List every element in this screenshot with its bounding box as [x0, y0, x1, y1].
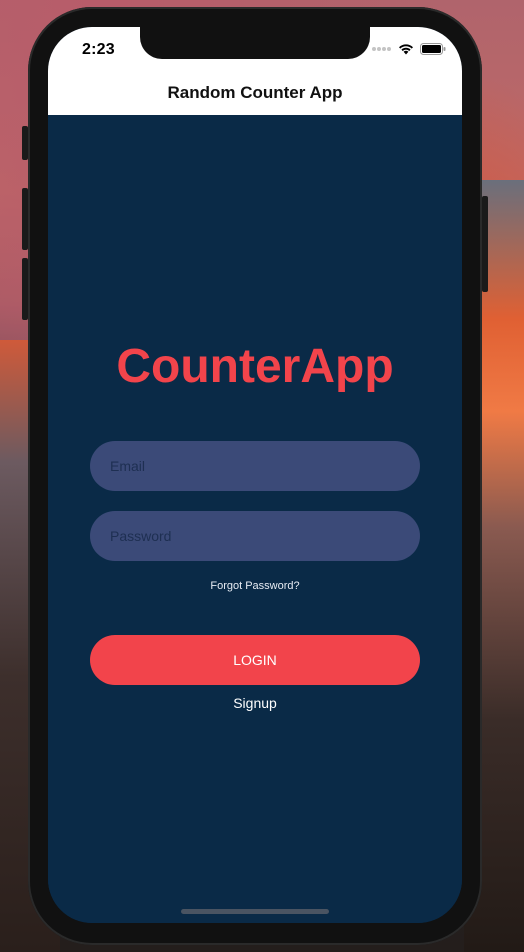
nav-title: Random Counter App — [167, 83, 343, 102]
battery-icon — [420, 43, 446, 55]
status-time: 2:23 — [82, 41, 115, 58]
notch — [140, 27, 370, 59]
signal-dots-icon — [372, 47, 391, 51]
phone-frame: 2:23 Random Counter App CounterApp Email… — [28, 7, 482, 945]
status-icons — [372, 43, 446, 55]
signup-link[interactable]: Signup — [48, 695, 462, 711]
power-button — [482, 196, 488, 292]
home-indicator — [181, 909, 329, 914]
status-bar: 2:23 — [48, 27, 462, 71]
phone-screen: 2:23 Random Counter App CounterApp Email… — [48, 27, 462, 923]
login-screen: CounterApp Forgot Password? LOGIN Signup — [48, 115, 462, 923]
email-field[interactable] — [90, 441, 420, 491]
wifi-icon — [399, 44, 413, 55]
app-title: CounterApp — [116, 340, 394, 393]
password-field[interactable] — [90, 511, 420, 561]
navigation-bar: Random Counter App — [48, 71, 462, 116]
login-button-label: LOGIN — [233, 652, 277, 668]
forgot-password-link[interactable]: Forgot Password? — [48, 580, 462, 592]
desktop-wallpaper: 2:23 Random Counter App CounterApp Email… — [0, 0, 524, 952]
login-button[interactable]: LOGIN — [90, 635, 420, 685]
